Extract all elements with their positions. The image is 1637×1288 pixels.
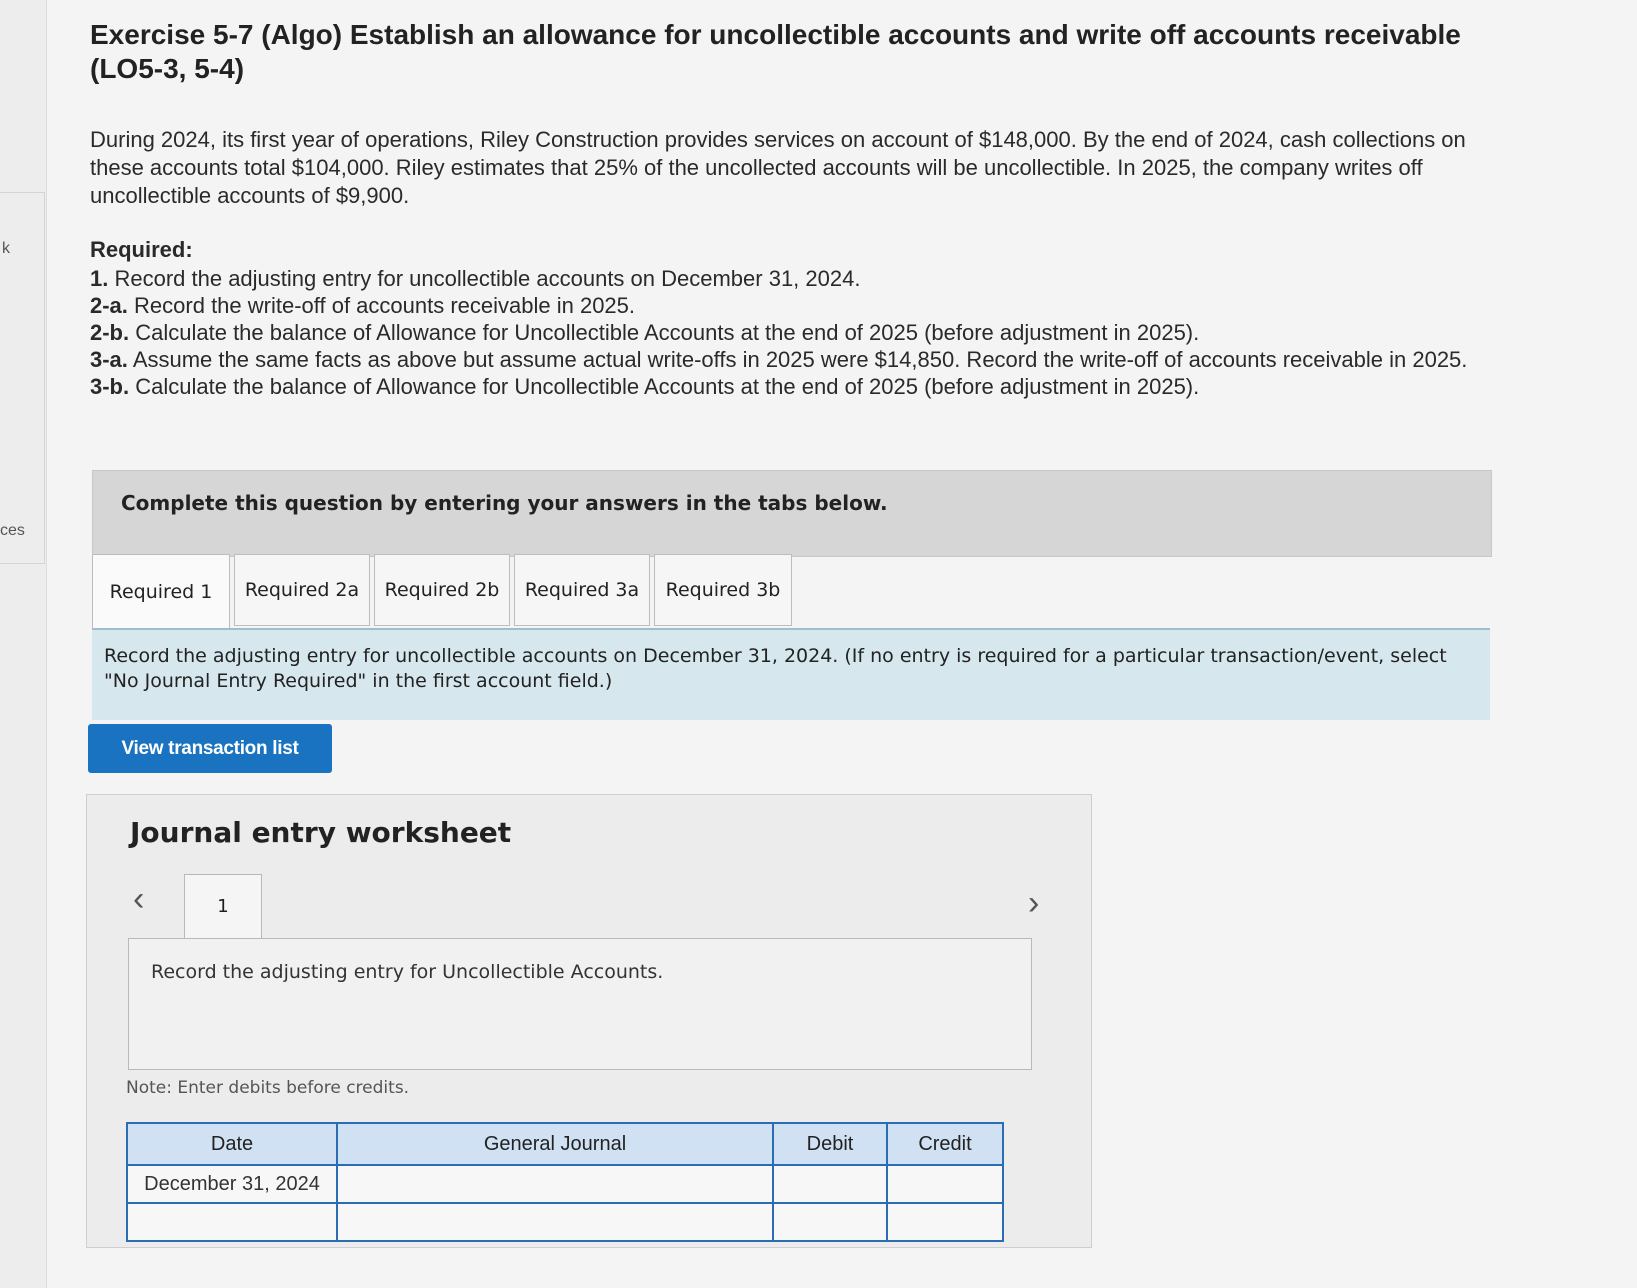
chevron-left-icon[interactable]: ‹	[133, 880, 144, 919]
requirement-item: 2-b. Calculate the balance of Allowance …	[90, 319, 1510, 346]
requirement-tabs: Required 1 Required 2a Required 2b Requi…	[92, 554, 796, 629]
view-transaction-list-button[interactable]: View transaction list	[88, 724, 332, 773]
requirement-label: 3-a.	[90, 347, 128, 372]
requirement-label: 1.	[90, 266, 109, 291]
requirement-text: Calculate the balance of Allowance for U…	[129, 374, 1200, 399]
note-text: Note: Enter debits before credits.	[126, 1078, 410, 1098]
column-header-general-journal: General Journal	[336, 1122, 774, 1166]
entry-description-box: Record the adjusting entry for Uncollect…	[128, 938, 1032, 1070]
journal-table: Date General Journal Debit Credit Decemb…	[126, 1122, 1004, 1242]
instructions-bar: Complete this question by entering your …	[92, 470, 1492, 557]
table-row	[126, 1202, 1004, 1242]
instruction-prompt: Record the adjusting entry for uncollect…	[92, 628, 1490, 720]
account-input[interactable]	[336, 1164, 774, 1204]
tab-required-1[interactable]: Required 1	[92, 554, 230, 629]
sidebar-fragment: ces	[0, 522, 25, 539]
chevron-right-icon[interactable]: ›	[1028, 884, 1039, 923]
date-cell: December 31, 2024	[126, 1164, 338, 1204]
date-cell	[126, 1202, 338, 1242]
instructions-text: Complete this question by entering your …	[121, 491, 888, 515]
column-header-credit: Credit	[886, 1122, 1004, 1166]
requirement-text: Record the write-off of accounts receiva…	[127, 293, 636, 318]
worksheet-title: Journal entry worksheet	[130, 816, 512, 849]
requirement-text: Assume the same facts as above but assum…	[127, 347, 1468, 372]
entry-description: Record the adjusting entry for Uncollect…	[151, 961, 664, 983]
tab-required-2b[interactable]: Required 2b	[374, 554, 510, 626]
table-header-row: Date General Journal Debit Credit	[126, 1122, 1004, 1166]
requirement-label: 2-a.	[90, 293, 128, 318]
column-header-debit: Debit	[772, 1122, 888, 1166]
prompt-text: Record the adjusting entry for uncollect…	[104, 645, 1447, 692]
credit-input[interactable]	[886, 1164, 1004, 1204]
requirement-item: 2-a. Record the write-off of accounts re…	[90, 292, 1510, 319]
requirement-label: 3-b.	[90, 374, 130, 399]
column-header-date: Date	[126, 1122, 338, 1166]
account-input[interactable]	[336, 1202, 774, 1242]
table-row: December 31, 2024	[126, 1164, 1004, 1204]
requirement-item: 1. Record the adjusting entry for uncoll…	[90, 265, 1510, 292]
requirement-item: 3-b. Calculate the balance of Allowance …	[90, 373, 1510, 400]
requirement-text: Calculate the balance of Allowance for U…	[129, 320, 1200, 345]
requirement-label: 2-b.	[90, 320, 130, 345]
requirement-text: Record the adjusting entry for uncollect…	[108, 266, 861, 291]
tab-required-3a[interactable]: Required 3a	[514, 554, 650, 626]
requirement-item: 3-a. Assume the same facts as above but …	[90, 346, 1510, 373]
debit-input[interactable]	[772, 1164, 888, 1204]
left-sidebar: k ces	[0, 0, 47, 1288]
tab-required-2a[interactable]: Required 2a	[234, 554, 370, 626]
credit-input[interactable]	[886, 1202, 1004, 1242]
tab-required-3b[interactable]: Required 3b	[654, 554, 792, 626]
debit-input[interactable]	[772, 1202, 888, 1242]
exercise-title: Exercise 5-7 (Algo) Establish an allowan…	[90, 19, 1461, 84]
requirements-list: Required: 1. Record the adjusting entry …	[90, 236, 1510, 400]
required-heading: Required:	[90, 237, 193, 262]
sidebar-fragment: k	[2, 240, 10, 257]
problem-text: During 2024, its first year of operation…	[90, 127, 1466, 208]
entry-tab-1[interactable]: 1	[184, 874, 262, 938]
